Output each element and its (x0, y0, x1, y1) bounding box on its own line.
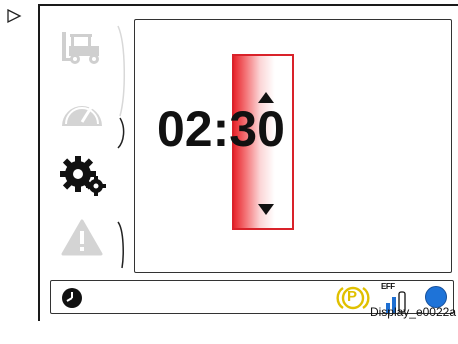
sidebar-item-performance[interactable] (58, 92, 108, 132)
decrease-arrow-icon[interactable] (258, 204, 274, 215)
speed-dial-icon (62, 105, 102, 126)
clock-icon[interactable] (61, 287, 83, 309)
display-panel: 02:30 P EFF Display_e0022a (38, 4, 458, 321)
gears-settings-icon (60, 156, 106, 196)
time-value: 02:30 (157, 104, 285, 154)
parking-brake-indicator: P (335, 284, 371, 312)
figure-caption: Display_e0022a (369, 305, 456, 319)
parking-brake-letter: P (347, 288, 358, 305)
sidebar-item-settings[interactable] (58, 154, 112, 198)
time-setting-display: 02:30 (134, 19, 452, 273)
forklift-icon (62, 32, 99, 64)
warning-icon (61, 219, 103, 256)
play-pointer-icon (7, 8, 22, 24)
sidebar-divider-3 (117, 221, 124, 269)
time-hours: 02 (157, 101, 213, 157)
eff-label: EFF (381, 282, 395, 291)
time-minutes: 30 (229, 101, 285, 157)
sidebar-item-warnings[interactable] (60, 218, 104, 258)
sidebar-item-vehicle[interactable] (56, 28, 108, 68)
sidebar-divider-1 (117, 25, 125, 117)
sidebar-divider-2 (117, 117, 125, 149)
time-separator: : (212, 101, 230, 157)
